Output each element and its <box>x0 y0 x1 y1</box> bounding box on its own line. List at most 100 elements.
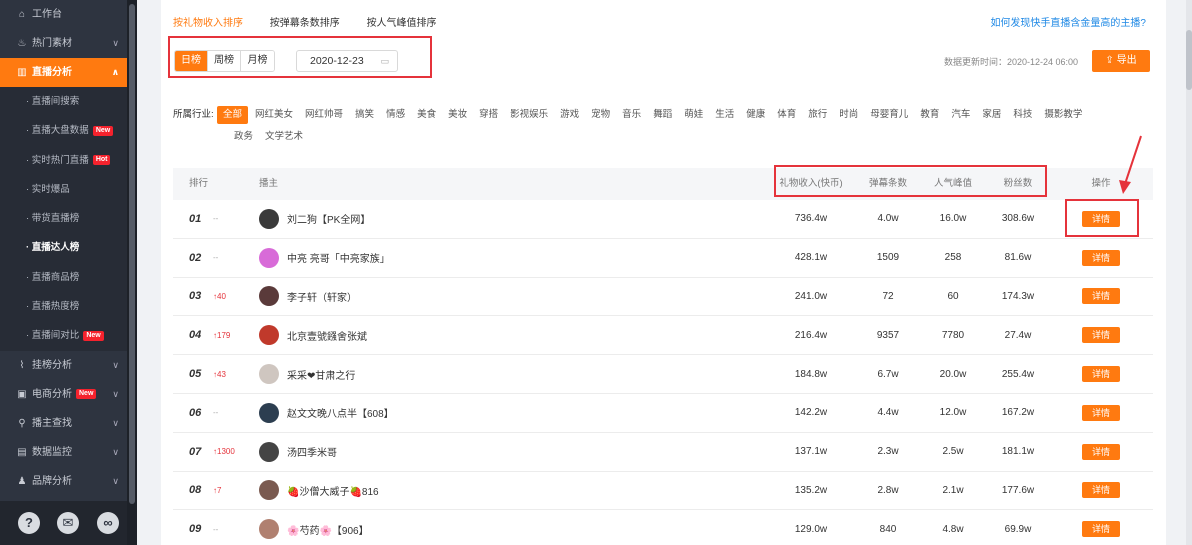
detail-button[interactable]: 详情 <box>1082 404 1120 421</box>
export-button[interactable]: ⇪ 导出 <box>1092 50 1150 72</box>
streamer-name[interactable]: 🍓沙僧大威子🍓816 <box>287 483 379 498</box>
industry-tag[interactable]: 旅行 <box>803 104 832 126</box>
industry-tag[interactable]: 汽车 <box>946 104 975 126</box>
industry-tag[interactable]: 宠物 <box>586 104 615 126</box>
streamer-name[interactable]: 🌸芍药🌸【906】 <box>287 522 369 537</box>
badge-new: New <box>92 125 114 136</box>
avatar <box>259 519 279 540</box>
industry-tag[interactable]: 政务 <box>229 126 258 148</box>
sidebar-item-bottom-4[interactable]: ♟ 品牌分析 ∨ <box>0 467 127 496</box>
tab-gift-sort[interactable]: 按礼物收入排序 <box>173 18 243 29</box>
industry-tag[interactable]: 美妆 <box>443 104 472 126</box>
help-icon[interactable]: ? <box>18 512 40 534</box>
sidebar-item-top-0[interactable]: ⌂ 工作台 <box>0 0 127 29</box>
help-link[interactable]: 如何发现快手直播含金量高的主播? <box>990 14 1146 29</box>
industry-tag[interactable]: 全部 <box>217 106 249 124</box>
streamer-cell[interactable]: 🌸芍药🌸【906】 <box>259 510 369 545</box>
streamer-cell[interactable]: 中亮 亮哥「中亮家族」 <box>259 239 390 277</box>
table-row: 04 ↑179 北京壹號鏹舍张斌 216.4w 9357 7780 27.4w 详情 <box>173 316 1153 356</box>
industry-tag[interactable]: 萌娃 <box>679 104 708 126</box>
update-time: 数据更新时间：2020-12-24 06:00 <box>943 57 1078 67</box>
period-weekly-button[interactable]: 周榜 <box>208 51 241 71</box>
streamer-cell[interactable]: 🍓沙僧大威子🍓816 <box>259 472 379 510</box>
industry-tag[interactable]: 文学艺术 <box>260 126 308 148</box>
industry-tag[interactable]: 舞蹈 <box>648 104 677 126</box>
industry-tag[interactable]: 美食 <box>412 104 441 126</box>
date-picker[interactable]: 2020-12-23 ▭ <box>296 50 398 72</box>
sidebar-subitem-0[interactable]: · 直播间搜索 <box>0 87 127 117</box>
annotation-arrow <box>1119 135 1142 194</box>
period-monthly-button[interactable]: 月榜 <box>241 51 274 71</box>
detail-button[interactable]: 详情 <box>1082 327 1120 344</box>
sidebar-item-bottom-2[interactable]: ⚲ 播主查找 ∨ <box>0 409 127 438</box>
period-daily-button[interactable]: 日榜 <box>175 51 208 71</box>
tab-danmu-sort[interactable]: 按弹幕条数排序 <box>270 18 340 29</box>
peak-popularity: 2.5w <box>942 446 964 458</box>
industry-tag[interactable]: 情感 <box>381 104 410 126</box>
streamer-cell[interactable]: 北京壹號鏹舍张斌 <box>259 316 367 354</box>
industry-tag[interactable]: 摄影教学 <box>1039 104 1087 126</box>
detail-button[interactable]: 详情 <box>1082 443 1120 460</box>
streamer-cell[interactable]: 赵文文晚八点半【608】 <box>259 394 394 432</box>
industry-tag[interactable]: 家居 <box>977 104 1006 126</box>
industry-tag[interactable]: 健康 <box>741 104 770 126</box>
industry-tag[interactable]: 教育 <box>915 104 944 126</box>
sidebar-item-bottom-1[interactable]: ▣ 电商分析 New ∨ <box>0 380 127 409</box>
streamer-name[interactable]: 中亮 亮哥「中亮家族」 <box>287 250 390 265</box>
page-scrollbar[interactable] <box>1186 0 1192 545</box>
chevron-icon: ∨ <box>112 38 119 48</box>
danmu-count: 9357 <box>876 329 900 341</box>
sidebar-subitem-8[interactable]: · 直播间对比 New <box>0 321 127 351</box>
sidebar-item-top-1[interactable]: ♨ 热门素材 ∨ <box>0 29 127 58</box>
sidebar-item-label: 品牌分析 <box>32 475 72 487</box>
sidebar-scrollbar[interactable] <box>127 0 137 545</box>
wechat-icon[interactable]: ✉ <box>57 512 79 534</box>
streamer-name[interactable]: 李子轩（轩家） <box>287 289 357 304</box>
sidebar-item-top-2[interactable]: ▥ 直播分析 ∧ <box>0 58 127 87</box>
industry-tag[interactable]: 影视娱乐 <box>505 104 553 126</box>
sidebar-subitem-7[interactable]: · 直播热度榜 <box>0 292 127 322</box>
industry-tag[interactable]: 游戏 <box>555 104 584 126</box>
industry-tag[interactable]: 音乐 <box>617 104 646 126</box>
sidebar-subitem-label: · 带货直播榜 <box>26 213 80 225</box>
industry-tag[interactable]: 穿搭 <box>474 104 503 126</box>
gift-income: 142.2w <box>794 407 828 419</box>
sidebar-subitem-3[interactable]: · 实时爆品 <box>0 174 127 205</box>
industry-tag[interactable]: 搞笑 <box>350 104 379 126</box>
tab-popularity-sort[interactable]: 按人气峰值排序 <box>367 18 437 29</box>
industry-tag[interactable]: 母婴育儿 <box>865 104 913 126</box>
rank-trend: -- <box>213 524 219 534</box>
industry-tag[interactable]: 生活 <box>710 104 739 126</box>
industry-tag[interactable]: 体育 <box>772 104 801 126</box>
industry-tag[interactable]: 科技 <box>1008 104 1037 126</box>
sidebar-subitem-5[interactable]: · 直播达人榜 <box>0 233 127 263</box>
streamer-name[interactable]: 采采❤甘肃之行 <box>287 367 355 382</box>
detail-button[interactable]: 详情 <box>1082 288 1120 305</box>
streamer-cell[interactable]: 刘二狗【PK全网】 <box>259 200 370 238</box>
op-cell: 详情 <box>1073 510 1129 545</box>
link-icon[interactable]: ∞ <box>97 512 119 534</box>
streamer-cell[interactable]: 采采❤甘肃之行 <box>259 355 355 393</box>
sidebar-subitem-4[interactable]: · 带货直播榜 <box>0 204 127 234</box>
streamer-name[interactable]: 刘二狗【PK全网】 <box>287 211 370 226</box>
detail-button[interactable]: 详情 <box>1082 366 1120 383</box>
industry-tag[interactable]: 网红帅哥 <box>300 104 348 126</box>
danmu-count: 2.3w <box>877 446 899 458</box>
streamer-cell[interactable]: 李子轩（轩家） <box>259 278 357 316</box>
sidebar-item-bottom-3[interactable]: ▤ 数据监控 ∨ <box>0 438 127 467</box>
rank-cell: 08 ↑7 <box>189 472 221 510</box>
industry-tag[interactable]: 时尚 <box>834 104 863 126</box>
streamer-name[interactable]: 汤四季米哥 <box>287 444 337 459</box>
sidebar-item-bottom-0[interactable]: ⌇ 挂榜分析 ∨ <box>0 351 127 380</box>
detail-button[interactable]: 详情 <box>1082 249 1120 266</box>
sidebar-subitem-6[interactable]: · 直播商品榜 <box>0 262 127 293</box>
industry-tag[interactable]: 网红美女 <box>250 104 298 126</box>
sidebar-subitem-1[interactable]: · 直播大盘数据 New <box>0 116 127 146</box>
detail-button[interactable]: 详情 <box>1082 482 1120 499</box>
streamer-cell[interactable]: 汤四季米哥 <box>259 433 337 471</box>
streamer-name[interactable]: 北京壹號鏹舍张斌 <box>287 328 367 343</box>
sidebar-subitem-2[interactable]: · 实时热门直播 Hot <box>0 145 127 175</box>
detail-button[interactable]: 详情 <box>1082 521 1120 538</box>
streamer-name[interactable]: 赵文文晚八点半【608】 <box>287 405 394 420</box>
bar-chart-icon: ▥ <box>17 67 27 78</box>
